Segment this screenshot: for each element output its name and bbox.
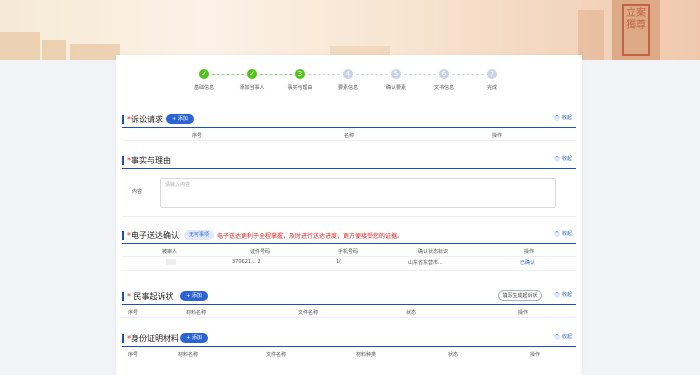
- section-marker: [122, 231, 124, 240]
- section-marker: [122, 292, 124, 301]
- party-name: [166, 259, 176, 265]
- banner-building: [0, 32, 40, 60]
- identity-section: *身份证明材料 + 添加 ^ 收起 序号 材料名称 文件名称 材料种类 状态 操作: [122, 332, 576, 358]
- chevron-up-icon: ^: [553, 115, 560, 121]
- delivery-section: *电子送达确认 无可事项 电子送达更利于全程掌握，及时进行送达进度，更方便接受您…: [122, 229, 576, 271]
- add-identity-button[interactable]: + 添加: [180, 333, 208, 343]
- identity-table-header: 序号 材料名称 文件名称 材料种类 状态 操作: [128, 352, 541, 358]
- chevron-up-icon: ^: [553, 156, 560, 162]
- step-number: 5: [391, 69, 401, 79]
- delivery-tag: 无可事项: [184, 230, 214, 240]
- generate-complaint-button[interactable]: 填写生成起诉状: [498, 290, 542, 301]
- banner-building: [70, 44, 120, 60]
- confirm-link[interactable]: 已确认: [520, 259, 535, 266]
- check-icon: ✓: [199, 69, 209, 79]
- chevron-up-icon: ^: [553, 334, 560, 340]
- claims-header: *诉讼请求 + 添加 ^ 收起: [122, 113, 576, 127]
- step-number: 4: [343, 69, 353, 79]
- table-row: 370621... 2 1( 山东省东营市... 已确认: [122, 256, 576, 271]
- complaint-collapse-button[interactable]: ^ 收起: [553, 291, 572, 298]
- table-border: [122, 317, 576, 318]
- table-border: [122, 140, 576, 141]
- party-phone: 1(: [336, 259, 342, 265]
- header-banner: 立案獨尊: [0, 0, 700, 60]
- delivery-table-header: 被审人 证件号码 手机号码 确认状态标识 操作: [162, 249, 535, 255]
- identity-header: *身份证明材料 + 添加 ^ 收起: [122, 332, 576, 346]
- party-status: 山东省东营市...: [408, 260, 443, 266]
- upload-complaint-button[interactable]: + 添加: [180, 291, 208, 301]
- delivery-notice: 电子送达更利于全程掌握，及时进行送达进度，更方便接受您的证据。: [217, 233, 404, 240]
- banner-building: [42, 40, 66, 60]
- progress-steps: ✓ 基础信息 ✓ 添加当事人 3 事实与理由 4 要素信息 5 确认要素 6 文…: [116, 69, 582, 99]
- identity-title: 身份证明材料: [131, 334, 179, 343]
- check-icon: ✓: [247, 69, 257, 79]
- table-border: [122, 216, 576, 217]
- banner-seal: 立案獨尊: [622, 4, 650, 56]
- claims-collapse-button[interactable]: ^ 收起: [553, 114, 572, 121]
- facts-collapse-button[interactable]: ^ 收起: [553, 155, 572, 162]
- step-number: 6: [439, 69, 449, 79]
- table-border: [122, 270, 576, 271]
- step-number: 7: [487, 69, 497, 79]
- section-divider: [122, 304, 576, 305]
- chevron-up-icon: ^: [553, 231, 560, 237]
- step-finish[interactable]: 7 完成: [462, 69, 522, 91]
- step-number: 3: [295, 69, 305, 79]
- section-marker: [122, 334, 124, 343]
- claims-section: *诉讼请求 + 添加 ^ 收起 序号 名称 操作: [122, 113, 576, 141]
- facts-title: 事实与理由: [131, 156, 171, 165]
- chevron-up-icon: ^: [553, 292, 560, 298]
- section-divider: [122, 168, 576, 169]
- delivery-title: 电子送达确认: [131, 231, 179, 240]
- section-marker: [122, 156, 124, 165]
- claims-table-header: 序号 名称 操作: [192, 133, 503, 139]
- facts-header: *事实与理由 ^ 收起: [122, 154, 576, 168]
- complaint-title: 民事起诉状: [133, 292, 174, 301]
- delivery-collapse-button[interactable]: ^ 收起: [553, 230, 572, 237]
- party-id: 370621... 2: [232, 259, 261, 265]
- complaint-section: * 民事起诉状 + 添加 填写生成起诉状 ^ 收起 序号 材料名称 文件名称 状态…: [122, 290, 576, 318]
- delivery-header: *电子送达确认 无可事项 电子送达更利于全程掌握，及时进行送达进度，更方便接受您…: [122, 229, 576, 243]
- claims-title: 诉讼请求: [131, 115, 163, 124]
- main-card: ✓ 基础信息 ✓ 添加当事人 3 事实与理由 4 要素信息 5 确认要素 6 文…: [116, 55, 582, 375]
- complaint-table-header: 序号 材料名称 文件名称 状态 操作: [128, 310, 529, 316]
- section-divider: [122, 127, 576, 128]
- facts-field-label: 内容: [132, 189, 143, 195]
- banner-tower: [578, 10, 604, 60]
- required-mark: *: [127, 292, 131, 301]
- add-claim-button[interactable]: + 添加: [166, 114, 194, 124]
- complaint-header: * 民事起诉状 + 添加 填写生成起诉状 ^ 收起: [122, 290, 576, 304]
- facts-section: *事实与理由 ^ 收起 内容 请输入内容: [122, 154, 576, 217]
- section-marker: [122, 115, 124, 124]
- section-divider: [122, 243, 576, 244]
- section-divider: [122, 346, 576, 347]
- identity-collapse-button[interactable]: ^ 收起: [553, 333, 572, 340]
- facts-textarea[interactable]: 请输入内容: [160, 178, 556, 208]
